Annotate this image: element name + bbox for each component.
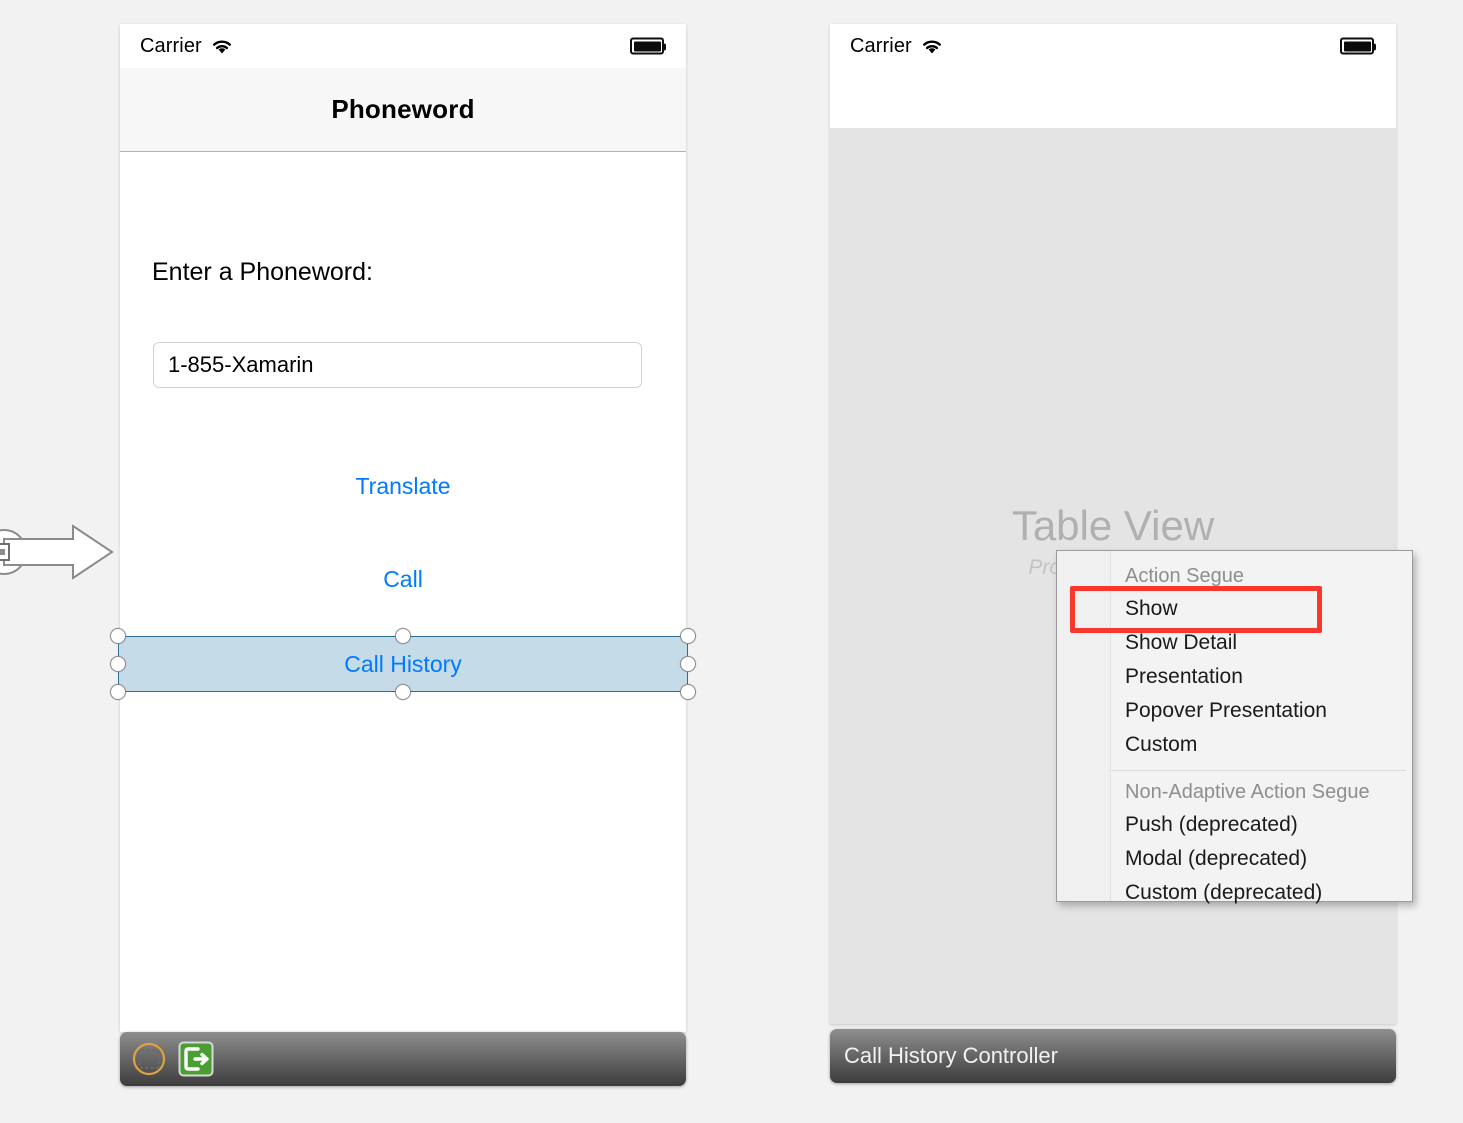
resize-handle-middle-right[interactable]	[680, 656, 696, 672]
resize-handle-top-right[interactable]	[680, 628, 696, 644]
left-scene-dock[interactable]	[120, 1032, 686, 1086]
phoneword-label: Enter a Phoneword:	[152, 258, 373, 286]
translate-button[interactable]: Translate	[120, 473, 686, 500]
phoneword-input-value: 1-855-Xamarin	[168, 352, 314, 377]
phoneword-content: Enter a Phoneword: 1-855-Xamarin Transla…	[110, 152, 696, 1032]
exit-segue-icon[interactable]	[178, 1041, 214, 1077]
resize-handle-middle-left[interactable]	[110, 656, 126, 672]
menu-item-popover-presentation[interactable]: Popover Presentation	[1110, 694, 1412, 728]
view-controller-icon[interactable]	[132, 1042, 166, 1076]
phoneword-input[interactable]: 1-855-Xamarin	[153, 342, 642, 388]
wifi-icon	[921, 38, 943, 55]
status-bar-right: Carrier	[830, 24, 1396, 68]
battery-full-icon	[1340, 37, 1376, 55]
resize-handle-bottom-right[interactable]	[680, 684, 696, 700]
translate-button-label: Translate	[355, 473, 451, 499]
page-title: Phoneword	[331, 94, 475, 124]
menu-separator	[1110, 770, 1406, 771]
right-scene-dock[interactable]: Call History Controller	[830, 1029, 1396, 1083]
initial-view-controller-arrow[interactable]	[0, 516, 120, 588]
carrier-label: Carrier	[850, 34, 912, 57]
call-history-selection[interactable]: Call History	[110, 628, 696, 700]
storyboard-canvas: Carrier Phoneword Enter a Phoneword: 1-8…	[0, 0, 1463, 1123]
menu-item-modal-deprecated[interactable]: Modal (deprecated)	[1110, 842, 1412, 876]
menu-item-custom[interactable]: Custom	[1110, 728, 1412, 762]
resize-handle-bottom-center[interactable]	[395, 684, 411, 700]
menu-section-header-non-adaptive-action-segue: Non-Adaptive Action Segue	[1125, 781, 1370, 803]
menu-item-push-deprecated[interactable]: Push (deprecated)	[1110, 808, 1412, 842]
call-button-label: Call	[383, 566, 423, 592]
resize-handle-top-left[interactable]	[110, 628, 126, 644]
entry-arrow-icon	[0, 524, 114, 580]
wifi-icon	[211, 38, 233, 55]
call-button[interactable]: Call	[120, 566, 686, 593]
menu-item-presentation[interactable]: Presentation	[1110, 660, 1412, 694]
table-view-title: Table View	[1011, 502, 1215, 549]
menu-item-custom-deprecated[interactable]: Custom (deprecated)	[1110, 876, 1412, 910]
status-bar-left: Carrier	[120, 24, 686, 68]
carrier-label: Carrier	[140, 34, 202, 57]
resize-handle-bottom-left[interactable]	[110, 684, 126, 700]
battery-full-icon	[630, 37, 666, 55]
controller-title: Call History Controller	[844, 1043, 1058, 1068]
phoneword-view-controller[interactable]: Carrier Phoneword Enter a Phoneword: 1-8…	[110, 24, 696, 1032]
navigation-bar: Phoneword	[120, 68, 686, 152]
show-option-highlight-box	[1070, 586, 1322, 633]
call-history-button-label: Call History	[344, 650, 462, 677]
resize-handle-top-center[interactable]	[395, 628, 411, 644]
